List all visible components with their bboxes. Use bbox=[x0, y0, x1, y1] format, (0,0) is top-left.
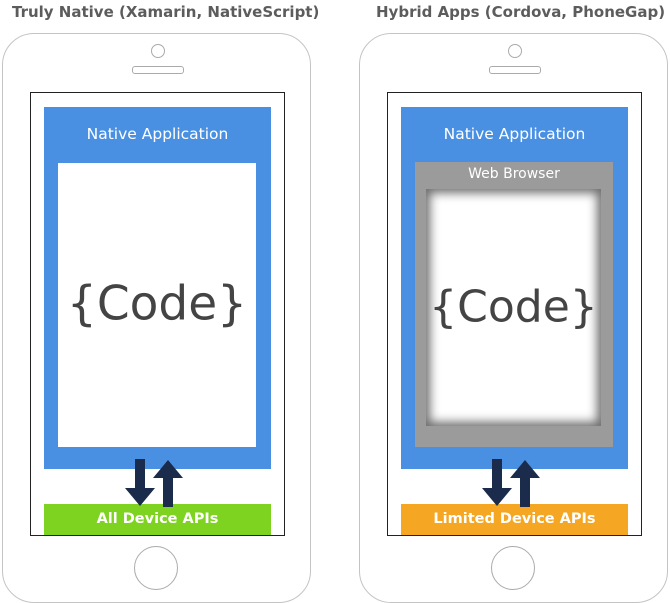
native-application-label: Native Application bbox=[86, 125, 229, 143]
native-application-label: Native Application bbox=[443, 125, 586, 143]
phone-truly-native: Native Application {Code} All Device API… bbox=[2, 33, 311, 603]
speaker-icon bbox=[132, 66, 184, 74]
all-device-apis-bar: All Device APIs bbox=[44, 504, 271, 535]
browser-content: {Code} bbox=[426, 189, 601, 426]
home-button-icon bbox=[134, 546, 178, 590]
phone-screen: Native Application {Code} All Device API… bbox=[30, 92, 285, 536]
speaker-icon bbox=[489, 66, 541, 74]
arrow-up-icon bbox=[153, 460, 183, 507]
phone-screen: Native Application Web Browser {Code} Li… bbox=[387, 92, 642, 536]
web-browser-label: Web Browser bbox=[468, 166, 560, 182]
code-label: {Code} bbox=[66, 276, 248, 332]
native-application-box: Native Application {Code} bbox=[44, 107, 271, 469]
code-panel: {Code} bbox=[58, 163, 256, 447]
home-button-icon bbox=[491, 546, 535, 590]
web-browser-frame: Web Browser {Code} bbox=[415, 162, 613, 447]
title-truly-native: Truly Native (Xamarin, NativeScript) bbox=[12, 3, 320, 21]
title-hybrid-apps: Hybrid Apps (Cordova, PhoneGap) bbox=[376, 3, 666, 21]
camera-icon bbox=[508, 44, 522, 58]
code-label: {Code} bbox=[429, 280, 598, 332]
phone-hybrid-apps: Native Application Web Browser {Code} Li… bbox=[359, 33, 668, 603]
native-application-box: Native Application Web Browser {Code} bbox=[401, 107, 628, 469]
camera-icon bbox=[151, 44, 165, 58]
arrow-up-icon bbox=[510, 460, 540, 507]
limited-device-apis-bar: Limited Device APIs bbox=[401, 504, 628, 535]
